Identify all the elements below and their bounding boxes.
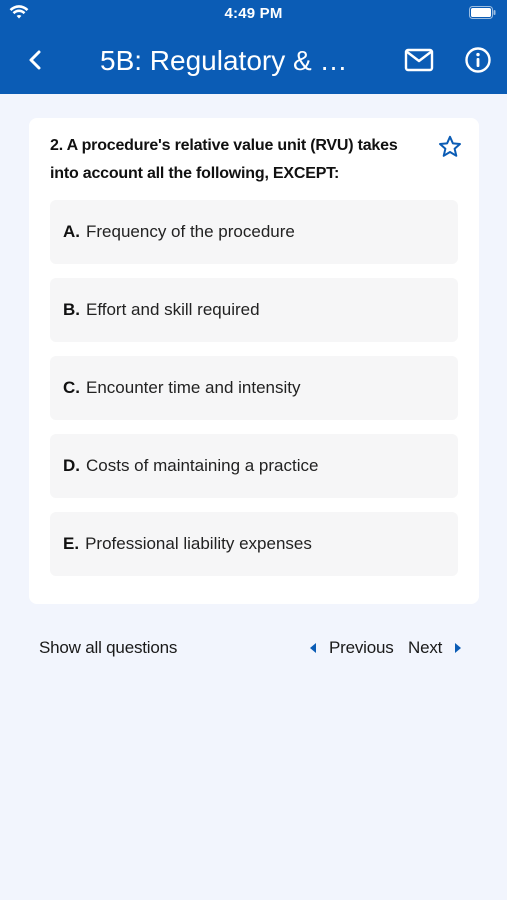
- previous-button[interactable]: Previous: [310, 638, 394, 658]
- option-letter: B.: [63, 300, 80, 319]
- battery-icon: [469, 6, 496, 19]
- option-text: Professional liability expenses: [85, 534, 312, 553]
- answer-option-c[interactable]: C. Encounter time and intensity: [50, 356, 458, 420]
- triangle-right-icon: [455, 643, 462, 653]
- question-card: 2. A procedure's relative value unit (RV…: [29, 118, 479, 604]
- info-icon[interactable]: [464, 46, 492, 74]
- previous-label: Previous: [329, 638, 394, 657]
- page-title: 5B: Regulatory & …: [100, 45, 348, 76]
- answer-option-a[interactable]: A. Frequency of the procedure: [50, 200, 458, 264]
- answer-option-b[interactable]: B. Effort and skill required: [50, 278, 458, 342]
- next-button[interactable]: Next: [408, 638, 462, 658]
- option-letter: E.: [63, 534, 80, 553]
- back-chevron-icon[interactable]: [22, 46, 50, 74]
- option-text: Frequency of the procedure: [86, 222, 295, 241]
- option-text: Costs of maintaining a practice: [86, 456, 319, 475]
- status-bar: 4:49 PM: [0, 0, 507, 28]
- star-outline-icon[interactable]: [438, 135, 462, 159]
- option-letter: D.: [63, 456, 80, 475]
- triangle-left-icon: [310, 643, 316, 653]
- option-text: Encounter time and intensity: [86, 378, 301, 397]
- status-time: 4:49 PM: [224, 5, 283, 22]
- answer-option-d[interactable]: D. Costs of maintaining a practice: [50, 434, 458, 498]
- show-all-questions-button[interactable]: Show all questions: [39, 638, 177, 658]
- next-label: Next: [408, 638, 443, 657]
- option-letter: C.: [63, 378, 80, 397]
- app-header: 4:49 PM 5B: Regulatory & …: [0, 0, 507, 94]
- mail-icon[interactable]: [404, 47, 434, 73]
- question-footer: Show all questions Previous Next: [0, 630, 507, 666]
- option-letter: A.: [63, 222, 80, 241]
- answer-option-e[interactable]: E. Professional liability expenses: [50, 512, 458, 576]
- question-text: 2. A procedure's relative value unit (RV…: [50, 137, 398, 182]
- option-text: Effort and skill required: [86, 300, 260, 319]
- nav-bar: 5B: Regulatory & …: [0, 38, 507, 84]
